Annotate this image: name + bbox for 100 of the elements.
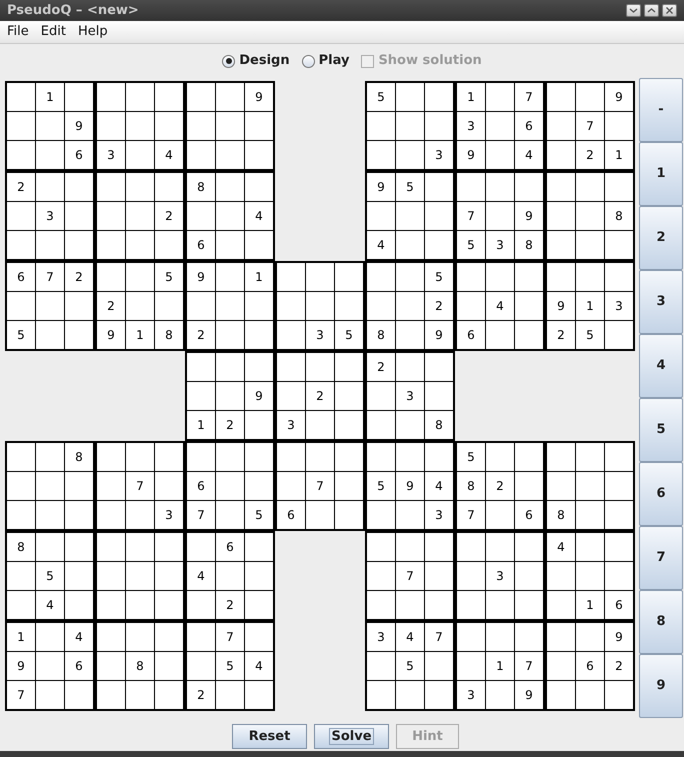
sudoku-cell[interactable] (396, 112, 424, 140)
sudoku-cell[interactable] (155, 472, 183, 500)
radio-button[interactable] (222, 54, 236, 68)
sudoku-cell[interactable] (396, 83, 424, 111)
sudoku-cell[interactable]: 6 (515, 501, 543, 529)
sudoku-cell[interactable]: 7 (515, 83, 543, 111)
sudoku-cell[interactable] (457, 173, 485, 201)
sudoku-cell[interactable] (367, 501, 395, 529)
sudoku-cell[interactable] (457, 652, 485, 680)
sudoku-cell[interactable] (367, 202, 395, 230)
sudoku-cell[interactable] (36, 443, 64, 471)
sudoku-cell[interactable] (576, 501, 604, 529)
sudoku-cell[interactable]: 6 (457, 321, 485, 349)
menu-item[interactable]: Help (74, 22, 112, 42)
sudoku-cell[interactable] (245, 562, 273, 590)
sudoku-cell[interactable]: 3 (277, 411, 305, 439)
sudoku-cell[interactable] (515, 562, 543, 590)
sudoku-cell[interactable] (126, 173, 154, 201)
sudoku-cell[interactable] (515, 173, 543, 201)
sudoku-cell[interactable] (155, 591, 183, 619)
sudoku-cell[interactable] (155, 562, 183, 590)
sudoku-cell[interactable] (155, 292, 183, 320)
sudoku-cell[interactable]: 4 (486, 292, 514, 320)
sudoku-cell[interactable] (396, 353, 424, 381)
sudoku-cell[interactable] (187, 353, 215, 381)
sudoku-cell[interactable] (65, 202, 93, 230)
sudoku-cell[interactable] (126, 591, 154, 619)
sudoku-cell[interactable] (425, 591, 453, 619)
sudoku-cell[interactable] (605, 443, 633, 471)
sudoku-cell[interactable]: 9 (245, 382, 273, 410)
sudoku-cell[interactable] (36, 141, 64, 169)
number-button[interactable]: 3 (639, 270, 683, 334)
sudoku-cell[interactable] (335, 472, 363, 500)
sudoku-cell[interactable] (547, 173, 575, 201)
sudoku-cell[interactable] (547, 591, 575, 619)
sudoku-cell[interactable] (425, 562, 453, 590)
sudoku-cell[interactable]: 9 (65, 112, 93, 140)
sudoku-cell[interactable] (36, 173, 64, 201)
sudoku-cell[interactable]: 8 (425, 411, 453, 439)
sudoku-cell[interactable]: 7 (126, 472, 154, 500)
sudoku-cell[interactable] (486, 112, 514, 140)
sudoku-cell[interactable] (547, 141, 575, 169)
sudoku-cell[interactable] (277, 353, 305, 381)
sudoku-cell[interactable]: 7 (187, 501, 215, 529)
sudoku-cell[interactable] (396, 321, 424, 349)
sudoku-cell[interactable] (216, 681, 244, 709)
sudoku-cell[interactable] (605, 501, 633, 529)
sudoku-cell[interactable] (245, 292, 273, 320)
sudoku-cell[interactable] (187, 112, 215, 140)
sudoku-cell[interactable]: 6 (65, 141, 93, 169)
sudoku-cell[interactable] (7, 141, 35, 169)
sudoku-cell[interactable]: 4 (367, 231, 395, 259)
sudoku-cell[interactable] (36, 292, 64, 320)
sudoku-cell[interactable] (515, 263, 543, 291)
number-button[interactable]: 4 (639, 334, 683, 398)
sudoku-cell[interactable] (335, 292, 363, 320)
sudoku-cell[interactable]: 1 (245, 263, 273, 291)
sudoku-cell[interactable] (457, 623, 485, 651)
number-button[interactable]: 6 (639, 462, 683, 526)
sudoku-cell[interactable] (547, 263, 575, 291)
sudoku-cell[interactable] (126, 562, 154, 590)
sudoku-cell[interactable]: 9 (547, 292, 575, 320)
sudoku-cell[interactable]: 2 (576, 141, 604, 169)
sudoku-cell[interactable]: 6 (187, 472, 215, 500)
sudoku-cell[interactable]: 6 (65, 652, 93, 680)
sudoku-cell[interactable] (126, 83, 154, 111)
sudoku-cell[interactable]: 3 (155, 501, 183, 529)
sudoku-cell[interactable] (335, 443, 363, 471)
sudoku-cell[interactable] (576, 83, 604, 111)
sudoku-cell[interactable] (576, 231, 604, 259)
sudoku-cell[interactable] (126, 231, 154, 259)
sudoku-cell[interactable] (126, 263, 154, 291)
sudoku-cell[interactable] (216, 292, 244, 320)
sudoku-cell[interactable] (65, 681, 93, 709)
sudoku-cell[interactable] (367, 112, 395, 140)
sudoku-cell[interactable]: 3 (486, 231, 514, 259)
sudoku-cell[interactable]: 5 (425, 263, 453, 291)
sudoku-cell[interactable] (277, 382, 305, 410)
sudoku-cell[interactable] (367, 681, 395, 709)
sudoku-cell[interactable]: 8 (155, 321, 183, 349)
sudoku-cell[interactable] (335, 263, 363, 291)
sudoku-cell[interactable] (425, 681, 453, 709)
sudoku-cell[interactable]: 3 (457, 681, 485, 709)
sudoku-cell[interactable] (245, 173, 273, 201)
sudoku-cell[interactable]: 8 (367, 321, 395, 349)
sudoku-cell[interactable] (547, 112, 575, 140)
sudoku-cell[interactable] (36, 533, 64, 561)
sudoku-cell[interactable] (605, 321, 633, 349)
sudoku-cell[interactable] (515, 533, 543, 561)
sudoku-cell[interactable] (515, 591, 543, 619)
sudoku-cell[interactable]: 4 (65, 623, 93, 651)
sudoku-cell[interactable] (245, 443, 273, 471)
sudoku-cell[interactable] (396, 443, 424, 471)
sudoku-cell[interactable] (36, 681, 64, 709)
sudoku-cell[interactable] (425, 202, 453, 230)
sudoku-cell[interactable]: 8 (547, 501, 575, 529)
sudoku-cell[interactable]: 4 (155, 141, 183, 169)
sudoku-cell[interactable] (277, 472, 305, 500)
sudoku-cell[interactable]: 6 (576, 652, 604, 680)
sudoku-cell[interactable] (335, 501, 363, 529)
